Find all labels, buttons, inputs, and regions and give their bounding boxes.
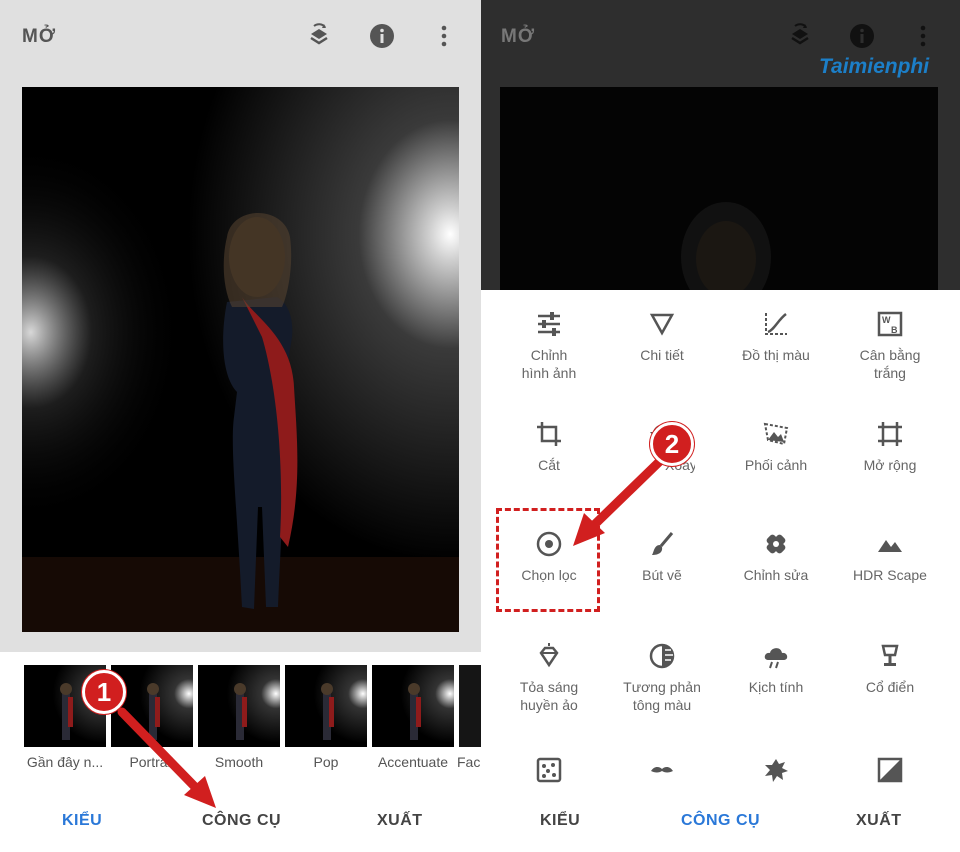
annotation-arrow	[117, 707, 216, 808]
step-badge: 1	[82, 670, 126, 714]
step-badge: 2	[650, 422, 694, 466]
right-screen: MỞ Taimienphi Chỉnh hình ảnh Chi tiết Đồ…	[481, 0, 960, 852]
left-screen: MỞ Gần đây n... Portrait Smooth Pop Acce…	[0, 0, 481, 852]
annotation-arrow	[573, 457, 664, 546]
